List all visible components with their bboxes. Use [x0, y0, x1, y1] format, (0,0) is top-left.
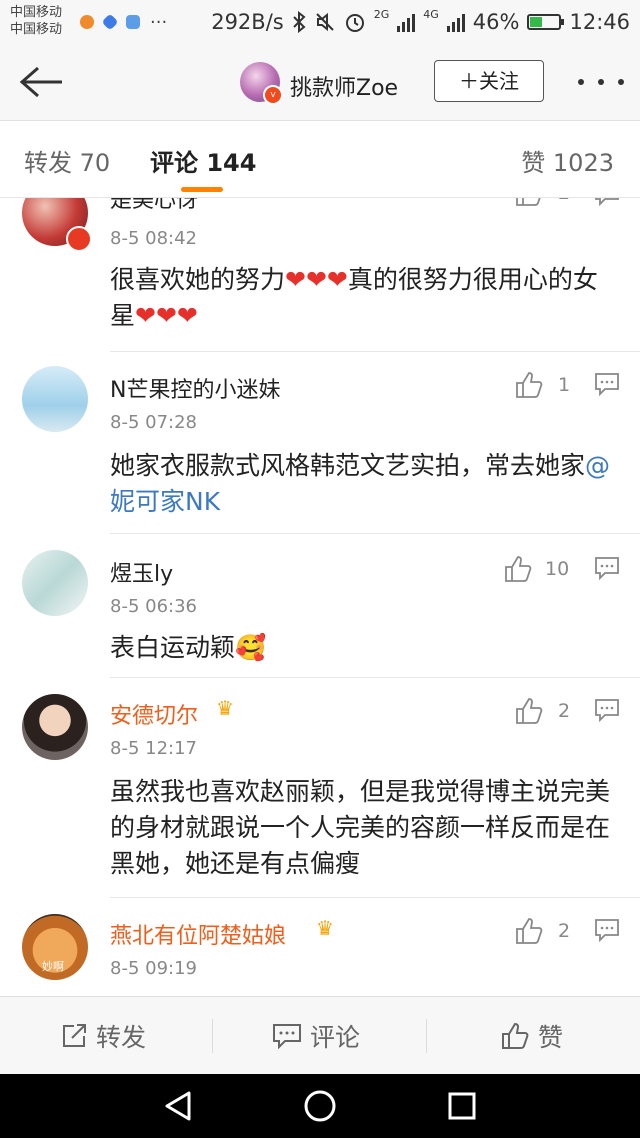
reply-icon[interactable] — [594, 918, 620, 942]
comment-text: 表白运动颖🥰 — [110, 633, 267, 662]
comment-text: 很喜欢她的努力❤❤❤真的很努力很用心的女星❤❤❤ — [110, 265, 598, 330]
more-notifications-icon: ··· — [150, 11, 168, 33]
app-notification-icon — [80, 15, 94, 29]
follow-button[interactable]: ＋关注 — [434, 60, 544, 102]
back-arrow-icon[interactable] — [16, 62, 64, 102]
vip-crown-icon: ♛ — [316, 916, 334, 940]
commenter-name[interactable]: 煜玉ly — [110, 556, 173, 588]
like-icon — [502, 1022, 529, 1049]
commenter-name[interactable]: 燕北有位阿楚姑娘 — [110, 918, 286, 950]
avatar[interactable] — [22, 694, 88, 760]
heart-emoji-icon: ❤❤❤ — [285, 265, 348, 294]
comment-text: 虽然我也喜欢赵丽颖，但是我觉得博主说完美的身材就跟说一个人完美的容颜一样反而是在… — [110, 777, 611, 878]
avatar-text: 妙啊 — [42, 960, 64, 973]
more-options-icon[interactable] — [578, 70, 624, 94]
square-recents-icon — [448, 1092, 476, 1120]
reply-icon[interactable] — [594, 372, 620, 396]
like-button[interactable]: 赞 — [500, 997, 563, 1075]
comment-text: 她家衣服款式风格韩范文艺实拍，常去她家@妮可家NK — [110, 451, 611, 516]
like-icon[interactable] — [514, 370, 544, 400]
like-label: 赞 — [538, 1023, 564, 1052]
repost-label: 转发 — [96, 1023, 147, 1052]
active-tab-indicator — [181, 187, 223, 192]
comment-time: 8-5 09:19 — [110, 958, 197, 979]
mute-icon — [316, 12, 334, 32]
vip-crown-icon: ♛ — [216, 696, 234, 720]
alarm-icon — [345, 14, 364, 32]
net-speed: 292B/s — [211, 10, 284, 34]
commenter-name[interactable]: 是美心伢 — [110, 198, 198, 214]
nav-home-button[interactable] — [280, 1074, 360, 1138]
carrier-1: 中国移动 — [10, 5, 63, 20]
network-4g-label: 4G — [423, 7, 439, 21]
app-notification-icon — [126, 15, 140, 29]
tab-comments[interactable]: 评论 144 — [150, 143, 256, 178]
system-nav-bar — [0, 1074, 640, 1138]
carrier-labels: 中国移动 中国移动 — [10, 4, 62, 38]
system-indicators: 292B/s 2G 4G 46% 12:46 — [211, 8, 630, 36]
app-notification-icon — [101, 13, 119, 31]
comment-time: 8-5 06:36 — [110, 596, 197, 617]
comment-time: 8-5 08:42 — [110, 228, 197, 249]
clock: 12:46 — [569, 10, 630, 34]
comment-list[interactable]: 是美心伢 2 8-5 08:42 很喜欢她的努力❤❤❤真的很努力很用心的女星❤❤… — [0, 198, 640, 996]
list-item: 妙啊 燕北有位阿楚姑娘 ♛ 2 8-5 09:19 — [0, 898, 640, 996]
notification-icons: ··· — [80, 10, 167, 34]
avatar[interactable] — [22, 550, 88, 616]
tab-likes[interactable]: 赞 1023 — [521, 143, 614, 178]
list-item: N芒果控的小迷妹 1 8-5 07:28 她家衣服款式风格韩范文艺实拍，常去她家… — [0, 352, 640, 534]
verified-badge-icon — [66, 226, 92, 252]
like-count: 1 — [558, 374, 571, 396]
like-count: 2 — [558, 920, 571, 942]
triangle-back-icon — [165, 1091, 191, 1121]
signal-icon — [446, 12, 465, 32]
signal-icon — [397, 12, 416, 32]
comment-time: 8-5 07:28 — [110, 412, 197, 433]
like-count: 2 — [558, 198, 570, 204]
list-item: 是美心伢 2 8-5 08:42 很喜欢她的努力❤❤❤真的很努力很用心的女星❤❤… — [0, 198, 640, 352]
like-count: 10 — [545, 558, 570, 580]
tab-repost[interactable]: 转发 70 — [24, 143, 110, 178]
heart-emoji-icon: ❤❤❤ — [135, 301, 198, 330]
battery-percent: 46% — [472, 10, 520, 34]
repost-button[interactable]: 转发 — [60, 997, 146, 1075]
comment-time: 8-5 12:17 — [110, 738, 197, 759]
author-name[interactable]: 挑款师Zoe — [290, 70, 398, 102]
like-icon[interactable] — [514, 696, 544, 726]
divider — [212, 1019, 213, 1053]
post-tabs: 转发 70 评论 144 赞 1023 — [0, 121, 640, 198]
commenter-name[interactable]: N芒果控的小迷妹 — [110, 372, 280, 404]
status-bar: 中国移动 中国移动 ··· 292B/s 2G 4G 46% 12:46 — [0, 0, 640, 44]
comment-button[interactable]: 评论 — [272, 997, 360, 1075]
like-icon[interactable] — [503, 554, 533, 584]
like-icon[interactable] — [514, 916, 544, 946]
list-item: 煜玉ly 10 8-5 06:36 表白运动颖🥰 — [0, 534, 640, 678]
nav-recents-button[interactable] — [422, 1074, 502, 1138]
commenter-name[interactable]: 安德切尔 — [110, 698, 198, 730]
reply-icon[interactable] — [594, 698, 620, 722]
repost-icon — [63, 1024, 86, 1047]
smiling-face-emoji-icon: 🥰 — [235, 633, 267, 662]
divider — [426, 1019, 427, 1053]
verified-badge-icon: v — [263, 85, 283, 105]
bottom-action-bar: 转发 评论 赞 — [0, 996, 640, 1075]
battery-fill — [530, 17, 543, 27]
nav-back-button[interactable] — [138, 1074, 218, 1138]
network-2g-label: 2G — [373, 7, 390, 21]
reply-icon[interactable] — [594, 556, 620, 580]
reply-icon[interactable] — [594, 198, 620, 206]
list-item: 安德切尔 ♛ 2 8-5 12:17 虽然我也喜欢赵丽颖，但是我觉得博主说完美的… — [0, 678, 640, 898]
nav-header: v 挑款师Zoe ＋关注 — [0, 44, 640, 121]
like-icon[interactable] — [514, 198, 544, 208]
author-avatar[interactable]: v — [240, 62, 283, 105]
like-count: 2 — [558, 700, 571, 722]
avatar[interactable]: 妙啊 — [22, 914, 88, 980]
battery-icon — [527, 14, 565, 30]
comment-label: 评论 — [310, 1023, 361, 1052]
carrier-2: 中国移动 — [10, 22, 63, 37]
comment-icon — [273, 1024, 301, 1049]
bluetooth-icon — [293, 11, 306, 33]
circle-home-icon — [304, 1090, 336, 1122]
avatar[interactable] — [22, 366, 88, 432]
